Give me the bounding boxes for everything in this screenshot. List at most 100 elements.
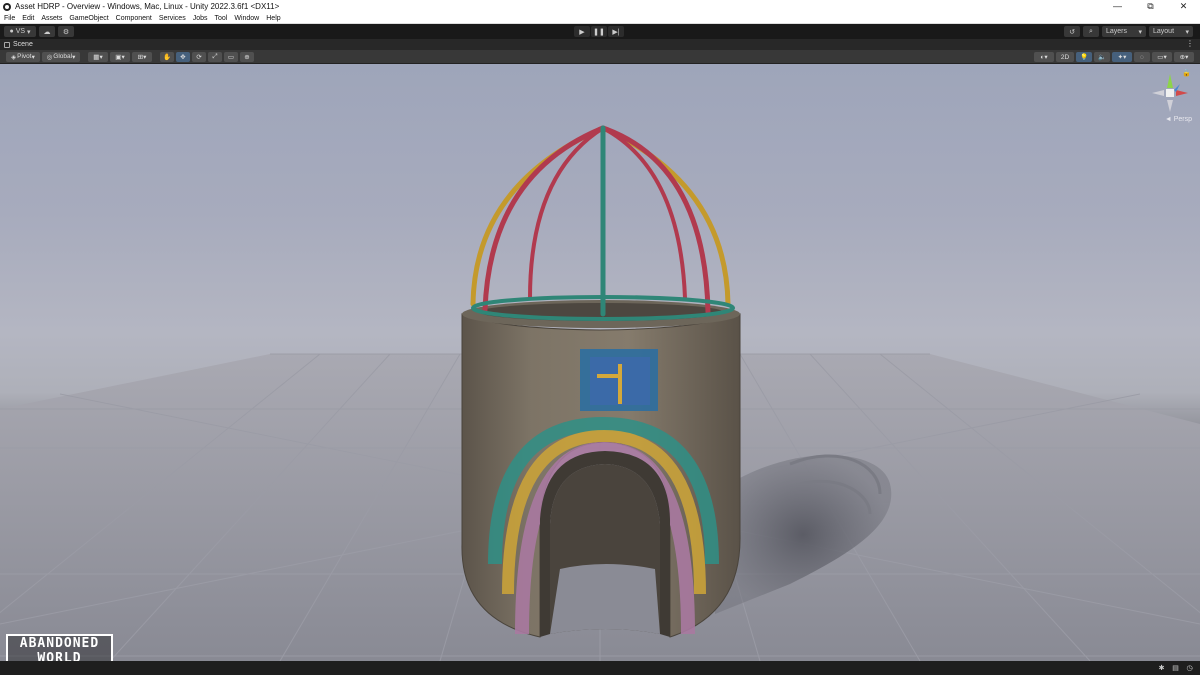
effects-dropdown[interactable]: ✦▾ xyxy=(1112,52,1132,62)
unity-logo-icon xyxy=(3,2,11,11)
main-toolbar: ● VS ▾ ☁ ⚙ ▶ ❚❚ ▶| ↺ ⌕ Layers ▾ Layout ▾ xyxy=(0,24,1200,39)
menu-edit[interactable]: Edit xyxy=(22,15,34,22)
lighting-toggle[interactable]: 💡 xyxy=(1076,52,1092,62)
window-title-bar: Asset HDRP - Overview - Windows, Mac, Li… xyxy=(0,0,1200,13)
pivot-label: Pivot xyxy=(17,53,32,60)
play-button[interactable]: ▶ xyxy=(574,26,590,37)
settings-icon[interactable]: ◷ xyxy=(1185,664,1194,673)
gear-icon: ⚙ xyxy=(62,28,70,36)
scale-icon: ⤢ xyxy=(212,52,218,60)
chevron-down-icon: ▾ xyxy=(72,53,76,61)
chevron-down-icon: ▾ xyxy=(31,53,35,61)
persp-label[interactable]: ◄ Persp xyxy=(1165,116,1192,123)
menu-window[interactable]: Window xyxy=(234,15,259,22)
progress-icon[interactable]: ▤ xyxy=(1171,664,1180,673)
snap-increment-button[interactable]: ▣▾ xyxy=(110,51,130,62)
mode-2d-label: 2D xyxy=(1060,53,1070,61)
menu-gameobject[interactable]: GameObject xyxy=(69,15,108,22)
shading-icon: ◐▾ xyxy=(1040,54,1048,61)
account-dropdown[interactable]: ● VS ▾ xyxy=(4,26,36,37)
chevron-down-icon: ▾ xyxy=(1185,28,1189,36)
account-icon: ● xyxy=(9,28,14,35)
ruler-icon: ⊞▾ xyxy=(137,53,147,61)
step-button[interactable]: ▶| xyxy=(608,26,624,37)
rect-tool-button[interactable]: ▭ xyxy=(224,51,238,62)
bug-icon[interactable]: ✱ xyxy=(1157,664,1166,673)
gizmo-neg-x xyxy=(1152,90,1164,96)
close-button[interactable]: ✕ xyxy=(1167,0,1200,13)
scene-tab-icon xyxy=(4,41,10,48)
dome-cage xyxy=(470,125,735,321)
menu-file[interactable]: File xyxy=(4,15,15,22)
transform-tool-button[interactable]: ⊕ xyxy=(240,51,254,62)
global-label: Global xyxy=(53,53,73,60)
snap-icon: ▣▾ xyxy=(115,53,125,61)
more-options-icon[interactable]: ⋮ xyxy=(1186,39,1194,48)
menu-assets[interactable]: Assets xyxy=(41,15,62,22)
menu-component[interactable]: Component xyxy=(116,15,152,22)
menu-tool[interactable]: Tool xyxy=(215,15,228,22)
cage-bar-red-4 xyxy=(600,125,711,315)
chevron-down-icon: ▾ xyxy=(27,28,31,36)
search-button[interactable]: ⌕ xyxy=(1083,26,1099,37)
globe-icon: ◎ xyxy=(46,53,53,61)
collab-button[interactable]: ⚙ xyxy=(58,26,74,37)
account-label: VS xyxy=(15,28,26,35)
history-icon: ↺ xyxy=(1069,28,1075,36)
gizmo-center xyxy=(1166,89,1174,97)
toolbar-right: ↺ ⌕ Layers ▾ Layout ▾ xyxy=(1064,26,1196,37)
camera-dropdown[interactable]: ▭▾ xyxy=(1152,52,1172,62)
rotate-icon: ⟳ xyxy=(196,53,202,61)
transform-icon: ⊕ xyxy=(244,53,250,61)
scene-viewport[interactable]: ◄ Persp 🔒 xyxy=(0,64,1200,661)
scene-toolbar-right: ◐▾ 2D 💡 🔈 ✦▾ ◌ ▭▾ ⊕▾ xyxy=(1034,52,1196,62)
camera-icon: ▭▾ xyxy=(1157,54,1167,61)
effects-icon: ✦▾ xyxy=(1117,54,1127,61)
gizmos-icon: ⊕▾ xyxy=(1179,54,1189,61)
global-toggle[interactable]: ◎ Global ▾ xyxy=(42,51,80,62)
window-title: Asset HDRP - Overview - Windows, Mac, Li… xyxy=(15,2,280,11)
hand-tool-button[interactable]: ✋ xyxy=(160,51,174,62)
pivot-toggle[interactable]: ◈ Pivot ▾ xyxy=(6,51,40,62)
tab-scene[interactable]: Scene xyxy=(13,41,33,48)
move-icon: ✥ xyxy=(180,53,186,61)
audio-toggle[interactable]: 🔈 xyxy=(1094,52,1110,62)
status-bar: ✱ ▤ ◷ xyxy=(0,661,1200,675)
rotate-tool-button[interactable]: ⟳ xyxy=(192,51,206,62)
menu-bar: File Edit Assets GameObject Component Se… xyxy=(0,13,1200,24)
menu-help[interactable]: Help xyxy=(266,15,280,22)
menu-jobs[interactable]: Jobs xyxy=(193,15,208,22)
pivot-icon: ◈ xyxy=(11,53,17,61)
ruler-button[interactable]: ⊞▾ xyxy=(132,51,152,62)
scene-toolbar: ◈ Pivot ▾ ◎ Global ▾ ▦▾ ▣▾ ⊞▾ ✋ ✥ ⟳ ⤢ ▭ … xyxy=(0,50,1200,64)
pause-button[interactable]: ❚❚ xyxy=(591,26,607,37)
gizmo-neg-y xyxy=(1167,100,1173,112)
logo-line-1: ABANDONED xyxy=(19,636,100,651)
gizmo-y-axis xyxy=(1167,74,1173,88)
cloud-button[interactable]: ☁ xyxy=(39,26,55,37)
menu-services[interactable]: Services xyxy=(159,15,186,22)
rect-icon: ▭ xyxy=(227,53,235,61)
history-button[interactable]: ↺ xyxy=(1064,26,1080,37)
hidden-objects-toggle[interactable]: ◌ xyxy=(1134,52,1150,62)
move-tool-button[interactable]: ✥ xyxy=(176,51,190,62)
cage-bar-yellow-left xyxy=(470,125,606,307)
cage-bar-red-1 xyxy=(482,125,606,313)
audio-icon: 🔈 xyxy=(1097,54,1107,61)
lightbulb-icon: 💡 xyxy=(1079,54,1089,61)
gizmos-dropdown[interactable]: ⊕▾ xyxy=(1174,52,1194,62)
layout-dropdown[interactable]: Layout ▾ xyxy=(1149,26,1193,37)
draw-mode-dropdown[interactable]: ◐▾ xyxy=(1034,52,1054,62)
grid-snap-button[interactable]: ▦▾ xyxy=(88,51,108,62)
toggle-2d-button[interactable]: 2D xyxy=(1056,52,1074,62)
restore-button[interactable]: ⧉ xyxy=(1134,0,1167,13)
lock-icon[interactable]: 🔒 xyxy=(1182,69,1191,77)
play-controls: ▶ ❚❚ ▶| xyxy=(574,26,625,37)
minimize-button[interactable]: — xyxy=(1101,0,1134,13)
layers-dropdown[interactable]: Layers ▾ xyxy=(1102,26,1146,37)
scale-tool-button[interactable]: ⤢ xyxy=(208,51,222,62)
pause-icon: ❚❚ xyxy=(593,28,605,36)
scene-tab-bar: Scene ⋮ xyxy=(0,39,1200,50)
eye-off-icon: ◌ xyxy=(1140,53,1144,61)
cage-bar-yellow-right xyxy=(600,125,731,307)
